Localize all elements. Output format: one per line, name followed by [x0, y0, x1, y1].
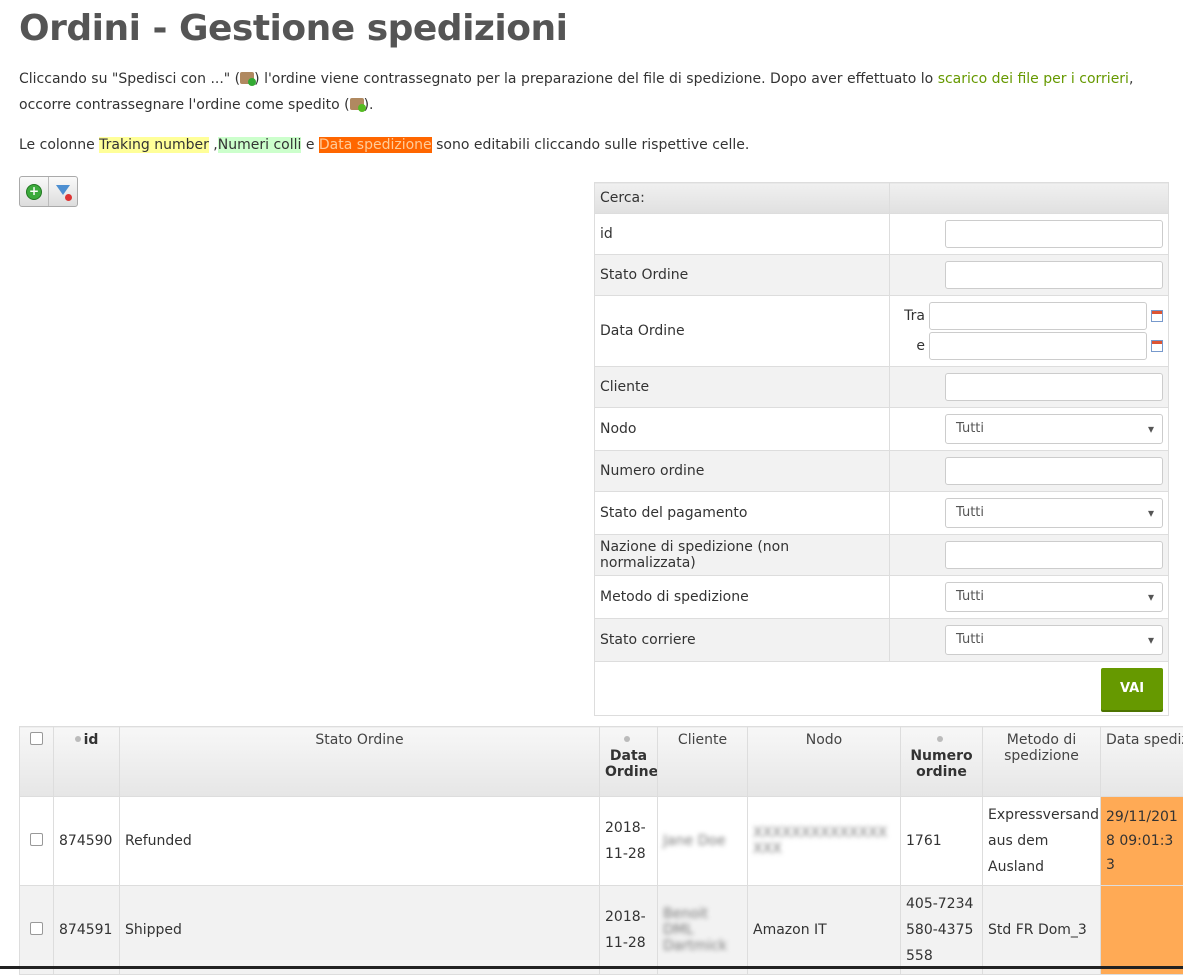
sort-icon [937, 736, 943, 742]
cell-cliente: Jane Doe [663, 833, 726, 849]
col-nodo[interactable]: Nodo [748, 727, 901, 797]
courier-files-link[interactable]: scarico dei file per i corrieri [938, 71, 1129, 87]
note-text: , [209, 137, 218, 153]
cell-stato: Refunded [120, 797, 600, 886]
search-id-input[interactable] [945, 220, 1163, 248]
metodo-spedizione-select[interactable]: Tutti [945, 582, 1163, 612]
sort-icon [624, 736, 630, 742]
clear-filter-button[interactable] [48, 177, 77, 206]
table-row: 874590 Refunded 2018-11-28 Jane Doe XXXX… [20, 797, 1183, 886]
col-id[interactable]: id [54, 727, 120, 797]
search-label-id: id [595, 214, 890, 255]
sort-icon [75, 736, 81, 742]
cell-nodo: Amazon IT [748, 886, 901, 975]
col-data-ordine-label: Data Ordine [605, 748, 658, 780]
numeri-colli-highlight: Numeri colli [218, 137, 302, 153]
search-numero-ordine-input[interactable] [945, 457, 1163, 485]
col-data-ordine[interactable]: Data Ordine [600, 727, 658, 797]
note-text: sono editabili cliccando sulle rispettiv… [432, 137, 750, 153]
select-all-checkbox[interactable] [30, 732, 43, 745]
cell-data-ordine: 2018-11-28 [600, 886, 658, 975]
search-submit-button[interactable]: VAI [1101, 668, 1163, 710]
row-checkbox[interactable] [30, 833, 43, 846]
date-from-input[interactable] [929, 302, 1147, 330]
col-data-spedizione[interactable]: Data spedizione [1101, 727, 1183, 797]
range-to-label: e [916, 338, 925, 354]
note-text: Le colonne [19, 137, 99, 153]
cell-metodo: Expressversand aus dem Ausland [983, 797, 1101, 886]
col-numero-ordine-label: Numero ordine [910, 748, 972, 780]
cell-numero: 1761 [901, 797, 983, 886]
search-panel: Cerca: id Stato Ordine Data Ordine Tra e [594, 182, 1169, 716]
search-label-stato-corriere: Stato corriere [595, 619, 890, 662]
row-checkbox[interactable] [30, 922, 43, 935]
search-label-nodo: Nodo [595, 408, 890, 451]
calendar-icon[interactable] [1151, 340, 1163, 352]
cell-data-ordine: 2018-11-28 [600, 797, 658, 886]
search-label-nazione: Nazione di spedizione (non normalizzata) [595, 535, 890, 576]
search-label-metodo: Metodo di spedizione [595, 576, 890, 619]
select-all-cell [20, 727, 54, 797]
search-label-stato-pagamento: Stato del pagamento [595, 492, 890, 535]
col-stato-ordine[interactable]: Stato Ordine [120, 727, 600, 797]
filter-remove-icon [56, 185, 70, 199]
shipped-icon [350, 98, 364, 110]
ship-with-icon [240, 72, 254, 84]
toolbar: + [19, 176, 78, 207]
cell-stato: Shipped [120, 886, 600, 975]
cell-nodo: XXXXXXXXXXXXXXXXX [753, 825, 887, 857]
orders-table: id Stato Ordine Data Ordine Cliente Nodo… [19, 726, 1183, 975]
search-header-empty [890, 183, 1169, 214]
stato-corriere-select[interactable]: Tutti [945, 625, 1163, 655]
col-id-label: id [84, 732, 99, 748]
page-title: Ordini - Gestione spedizioni [19, 8, 567, 49]
search-nazione-input[interactable] [945, 541, 1163, 569]
col-cliente[interactable]: Cliente [658, 727, 748, 797]
add-button[interactable]: + [20, 177, 48, 206]
cell-cliente: Benoit DML Dartmick [663, 906, 727, 954]
add-icon: + [26, 184, 42, 200]
stato-pagamento-select[interactable]: Tutti [945, 498, 1163, 528]
col-numero-ordine[interactable]: Numero ordine [901, 727, 983, 797]
search-label-cliente: Cliente [595, 367, 890, 408]
search-label-numero-ordine: Numero ordine [595, 451, 890, 492]
intro-text: Cliccando su "Spedisci con ..." ( ) l'ord… [19, 66, 1149, 118]
note-text: e [301, 137, 319, 153]
editable-columns-note: Le colonne Traking number ,Numeri colli … [19, 134, 749, 156]
date-to-input[interactable] [929, 332, 1147, 360]
cell-id: 874591 [54, 886, 120, 975]
data-spedizione-highlight: Data spedizione [319, 137, 432, 153]
search-header: Cerca: [595, 183, 890, 214]
search-stato-ordine-input[interactable] [945, 261, 1163, 289]
intro-text-part: Cliccando su "Spedisci con ..." ( [19, 71, 240, 87]
intro-text-part: ) l'ordine viene contrassegnato per la p… [254, 71, 938, 87]
cell-data-spedizione[interactable]: 29/11/2018 09:01:33 [1101, 797, 1183, 886]
col-metodo-spedizione[interactable]: Metodo di spedizione [983, 727, 1101, 797]
cell-data-spedizione[interactable] [1101, 886, 1183, 975]
search-label-stato-ordine: Stato Ordine [595, 255, 890, 296]
nodo-select[interactable]: Tutti [945, 414, 1163, 444]
calendar-icon[interactable] [1151, 310, 1163, 322]
range-from-label: Tra [904, 308, 925, 324]
search-label-data-ordine: Data Ordine [595, 296, 890, 367]
cell-id: 874590 [54, 797, 120, 886]
cell-metodo: Std FR Dom_3 [983, 886, 1101, 975]
traking-number-highlight: Traking number [99, 137, 209, 153]
table-row: 874591 Shipped 2018-11-28 Benoit DML Dar… [20, 886, 1183, 975]
search-cliente-input[interactable] [945, 373, 1163, 401]
cell-numero: 405-7234580-4375558 [901, 886, 983, 975]
